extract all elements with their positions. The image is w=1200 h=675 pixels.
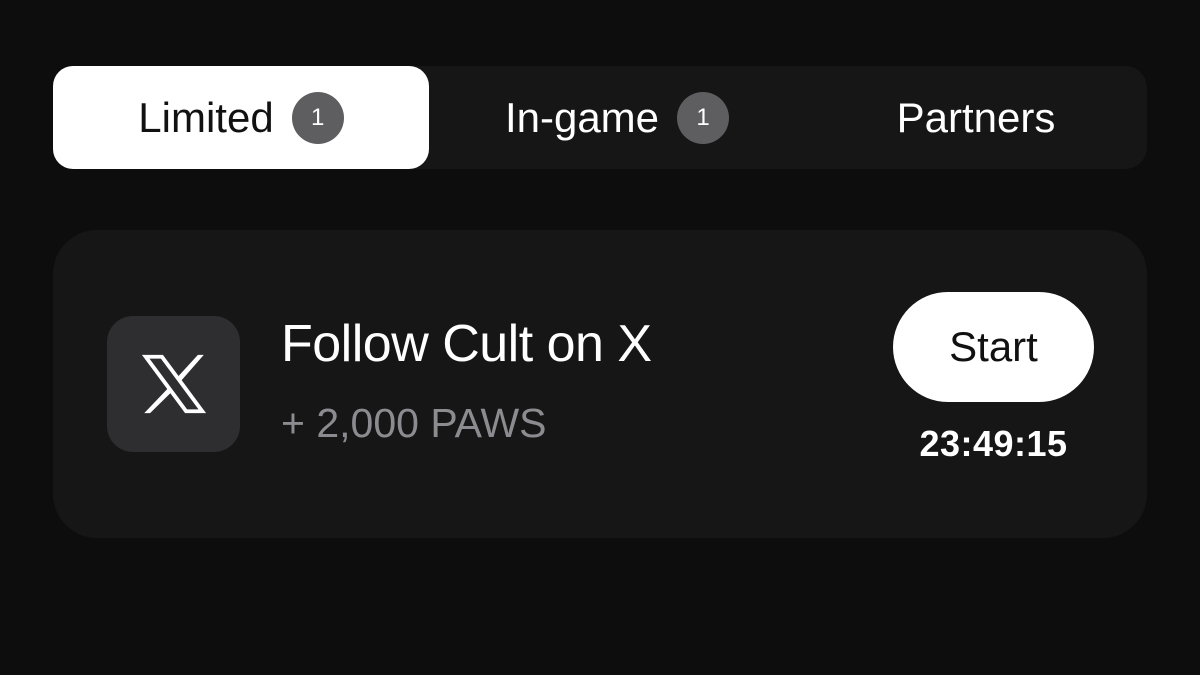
tab-in-game-label: In-game: [504, 93, 660, 141]
tab-in-game-count-badge: 1: [677, 91, 730, 144]
tab-limited-label: Limited: [138, 93, 274, 141]
start-button[interactable]: Start: [893, 292, 1094, 402]
x-logo-icon: [107, 316, 240, 452]
x-logo-glyph: [141, 354, 206, 414]
countdown-timer: 23:49:15: [919, 423, 1068, 464]
task-reward: + 2,000 PAWS: [281, 400, 547, 446]
task-card: Follow Cult on X + 2,000 PAWS Start 23:4…: [53, 230, 1147, 538]
tab-partners[interactable]: Partners: [805, 66, 1147, 169]
task-tabs: Limited 1 In-game 1 Partners: [53, 66, 1147, 169]
tab-limited[interactable]: Limited 1: [53, 66, 429, 169]
tab-in-game[interactable]: In-game 1: [429, 66, 805, 169]
tab-limited-count-badge: 1: [291, 91, 344, 144]
tab-partners-label: Partners: [896, 93, 1056, 141]
task-title: Follow Cult on X: [281, 315, 652, 373]
